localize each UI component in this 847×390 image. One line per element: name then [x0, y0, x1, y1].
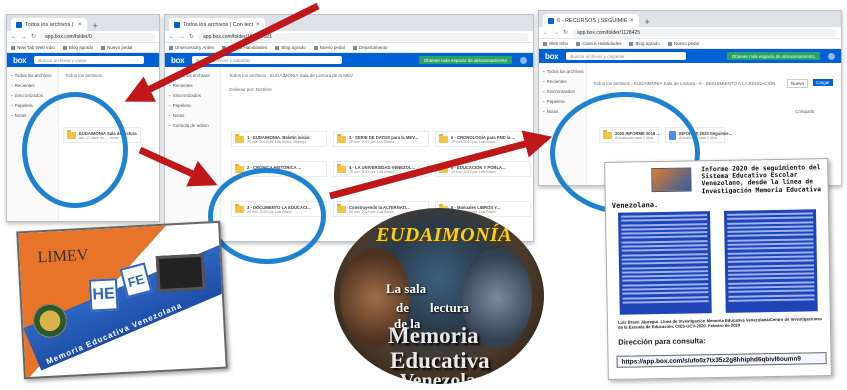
arrow-to-eudaimonia-folder: [138, 146, 218, 187]
logo-he-badge: HE: [88, 278, 119, 312]
report-document: Informe 2020 de seguimiento del Sistema …: [604, 158, 832, 380]
emblem-line: lectura: [430, 300, 469, 315]
report-title-continuation: Venezolana.: [611, 201, 659, 210]
emblem-line: de: [396, 300, 409, 315]
report-text-column-right: [723, 209, 818, 313]
logo-brand-text: LIMEV: [37, 246, 89, 267]
limev-logo: LIMEV HE FE Memoria Educativa Venezolana: [16, 220, 228, 380]
film-camera-icon: [155, 253, 206, 293]
arrow-to-root-folder: [124, 2, 320, 102]
arrow-to-report-folder: [329, 130, 553, 200]
emblem-big-word: Memoria: [388, 323, 479, 348]
emblem-line: La sala: [386, 281, 427, 296]
report-title: Informe 2020 de seguimiento del Sistema …: [701, 163, 821, 195]
consult-label: Dirección para consulta:: [618, 336, 706, 347]
report-cover-image: [651, 167, 692, 193]
report-author: Luis Bravo Jáuregui. Línea de Investigac…: [617, 316, 823, 330]
consult-link[interactable]: https://app.box.com/s/ufo0z7tx35z2g8hhip…: [616, 352, 827, 368]
eudaimonia-emblem: EUDAIMONÍA La sala de lectura de la Memo…: [334, 208, 544, 384]
emblem-big-word: Venezolana: [400, 370, 498, 384]
eudaimonia-title: EUDAIMONÍA: [376, 224, 513, 246]
report-text-column-left: [618, 211, 712, 315]
